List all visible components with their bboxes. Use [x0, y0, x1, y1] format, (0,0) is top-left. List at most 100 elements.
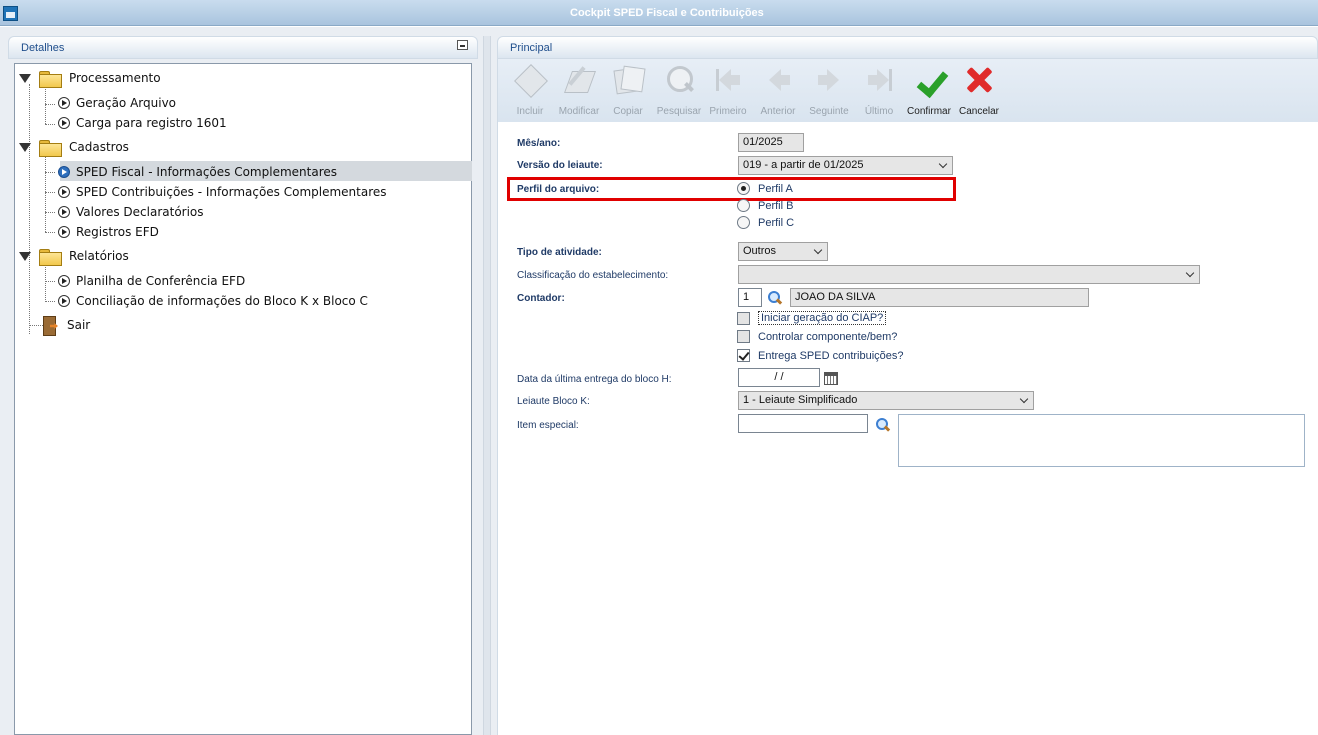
- confirm-check-icon: [912, 63, 946, 97]
- next-arrow-icon: [812, 63, 846, 97]
- tree-item-label: Conciliação de informações do Bloco K x …: [76, 294, 368, 308]
- classificacao-label: Classificação do estabelecimento:: [517, 270, 669, 281]
- tree-item-label: SPED Fiscal - Informações Complementares: [76, 165, 337, 179]
- copiar-button[interactable]: Copiar: [602, 63, 654, 119]
- tree-node-processamento[interactable]: Processamento: [19, 68, 161, 88]
- modificar-button[interactable]: Modificar: [553, 63, 605, 119]
- tree-item-registros-efd[interactable]: Registros EFD: [58, 222, 159, 242]
- checkbox-entrega-sped[interactable]: Entrega SPED contribuições?: [737, 349, 904, 362]
- tree-item-sped-fiscal[interactable]: SPED Fiscal - Informações Complementares: [58, 162, 337, 182]
- main-panel: Principal Incluir Modificar Copiar Pesqu…: [497, 36, 1318, 735]
- mes-ano-label: Mês/ano:: [517, 138, 561, 149]
- chevron-down-icon: [813, 245, 823, 255]
- tree-item-sped-contribuicoes[interactable]: SPED Contribuições - Informações Complem…: [58, 182, 387, 202]
- tree-connector: [45, 104, 55, 105]
- radio-perfil-c[interactable]: Perfil C: [737, 216, 794, 229]
- seguinte-button[interactable]: Seguinte: [803, 63, 855, 119]
- leiaute-bloco-k-select[interactable]: 1 - Leiaute Simplificado: [738, 391, 1034, 410]
- lookup-magnifier-icon[interactable]: [876, 418, 890, 432]
- minimize-icon[interactable]: [457, 40, 468, 50]
- tree-item-valores-declaratorios[interactable]: Valores Declaratórios: [58, 202, 204, 222]
- pesquisar-button[interactable]: Pesquisar: [653, 63, 705, 119]
- tipo-atividade-label: Tipo de atividade:: [517, 247, 602, 258]
- toolbar: Incluir Modificar Copiar Pesquisar Prime…: [498, 59, 1318, 122]
- radio-unselected-icon: [737, 216, 750, 229]
- add-diamond-icon: [513, 63, 547, 97]
- checkbox-iniciar-ciap[interactable]: Iniciar geração do CIAP?: [737, 311, 887, 325]
- folder-open-icon: [39, 248, 62, 266]
- confirmar-button[interactable]: Confirmar: [903, 63, 955, 119]
- tree-item-geracao-arquivo[interactable]: Geração Arquivo: [58, 93, 176, 113]
- arrow-right-circle-icon: [58, 206, 70, 218]
- tree-connector: [45, 124, 55, 125]
- versao-leiaute-select[interactable]: 019 - a partir de 01/2025: [738, 156, 953, 175]
- tree-item-planilha-conferencia[interactable]: Planilha de Conferência EFD: [58, 271, 245, 291]
- versao-leiaute-label: Versão do leiaute:: [517, 160, 603, 171]
- lookup-magnifier-icon[interactable]: [768, 291, 782, 305]
- previous-arrow-icon: [761, 63, 795, 97]
- tree-item-label: Carga para registro 1601: [76, 116, 227, 130]
- exit-door-icon: [41, 315, 59, 336]
- tree-item-carga-registro[interactable]: Carga para registro 1601: [58, 113, 227, 133]
- tree-connector: [45, 212, 55, 213]
- primeiro-button[interactable]: Primeiro: [702, 63, 754, 119]
- arrow-right-circle-icon: [58, 97, 70, 109]
- tree-node-label: Cadastros: [69, 140, 129, 154]
- versao-leiaute-value: 019 - a partir de 01/2025: [743, 159, 864, 171]
- tree-item-label: Valores Declaratórios: [76, 205, 204, 219]
- navigation-tree: Processamento Geração Arquivo Carga para…: [14, 63, 472, 735]
- tree-item-sair[interactable]: Sair: [41, 315, 91, 336]
- checkbox-controlar-componente[interactable]: Controlar componente/bem?: [737, 330, 897, 343]
- leiaute-bloco-k-label: Leiaute Bloco K:: [517, 396, 590, 407]
- tree-connector: [45, 301, 55, 302]
- collapse-triangle-icon[interactable]: [19, 251, 31, 261]
- leiaute-bloco-k-value: 1 - Leiaute Simplificado: [743, 394, 858, 406]
- checkbox-label: Controlar componente/bem?: [758, 330, 898, 343]
- radio-perfil-a[interactable]: Perfil A: [737, 182, 793, 195]
- item-especial-description: [898, 414, 1305, 467]
- window-title: Cockpit SPED Fiscal e Contribuições: [570, 7, 764, 19]
- tree-node-label: Processamento: [69, 71, 161, 85]
- window-titlebar: Cockpit SPED Fiscal e Contribuições: [0, 0, 1318, 26]
- contador-code-field[interactable]: 1: [738, 288, 762, 307]
- cancelar-button[interactable]: Cancelar: [953, 63, 1005, 119]
- mes-ano-field[interactable]: 01/2025: [738, 133, 804, 152]
- incluir-button[interactable]: Incluir: [504, 63, 556, 119]
- radio-label: Perfil B: [758, 199, 794, 212]
- classificacao-select[interactable]: [738, 265, 1200, 284]
- tree-connector: [45, 281, 55, 282]
- ultimo-button[interactable]: Último: [853, 63, 905, 119]
- radio-label: Perfil C: [758, 216, 795, 229]
- tree-item-label: SPED Contribuições - Informações Complem…: [76, 185, 387, 199]
- tree-node-relatorios[interactable]: Relatórios: [19, 246, 129, 266]
- collapse-triangle-icon[interactable]: [19, 73, 31, 83]
- arrow-right-circle-icon: [58, 166, 70, 178]
- main-panel-header: Principal: [497, 36, 1318, 59]
- panel-splitter[interactable]: [483, 36, 491, 735]
- details-panel-header: Detalhes: [8, 36, 478, 59]
- tree-item-label: Registros EFD: [76, 225, 159, 239]
- tree-item-label: Sair: [67, 318, 91, 332]
- tree-connector: [45, 86, 46, 124]
- arrow-right-circle-icon: [58, 186, 70, 198]
- toolbar-button-label: Anterior: [760, 106, 796, 117]
- tipo-atividade-select[interactable]: Outros: [738, 242, 828, 261]
- checkbox-unchecked-icon: [737, 311, 750, 325]
- data-entrega-field[interactable]: / /: [738, 368, 820, 387]
- arrow-right-circle-icon: [58, 275, 70, 287]
- radio-label: Perfil A: [758, 182, 793, 195]
- tree-connector: [45, 264, 46, 302]
- radio-perfil-b[interactable]: Perfil B: [737, 199, 793, 212]
- anterior-button[interactable]: Anterior: [752, 63, 804, 119]
- item-especial-label: Item especial:: [517, 420, 579, 431]
- tree-item-label: Planilha de Conferência EFD: [76, 274, 246, 288]
- calendar-icon[interactable]: [824, 372, 838, 385]
- details-panel: Detalhes Processamento Geração Arquivo C…: [8, 36, 478, 735]
- toolbar-button-label: Cancelar: [958, 106, 1000, 117]
- tree-node-cadastros[interactable]: Cadastros: [19, 137, 129, 157]
- item-especial-field[interactable]: [738, 414, 868, 433]
- edit-pencil-icon: [562, 63, 596, 97]
- tree-item-conciliacao-bloco-k[interactable]: Conciliação de informações do Bloco K x …: [58, 291, 368, 311]
- contador-label: Contador:: [517, 293, 565, 304]
- collapse-triangle-icon[interactable]: [19, 142, 31, 152]
